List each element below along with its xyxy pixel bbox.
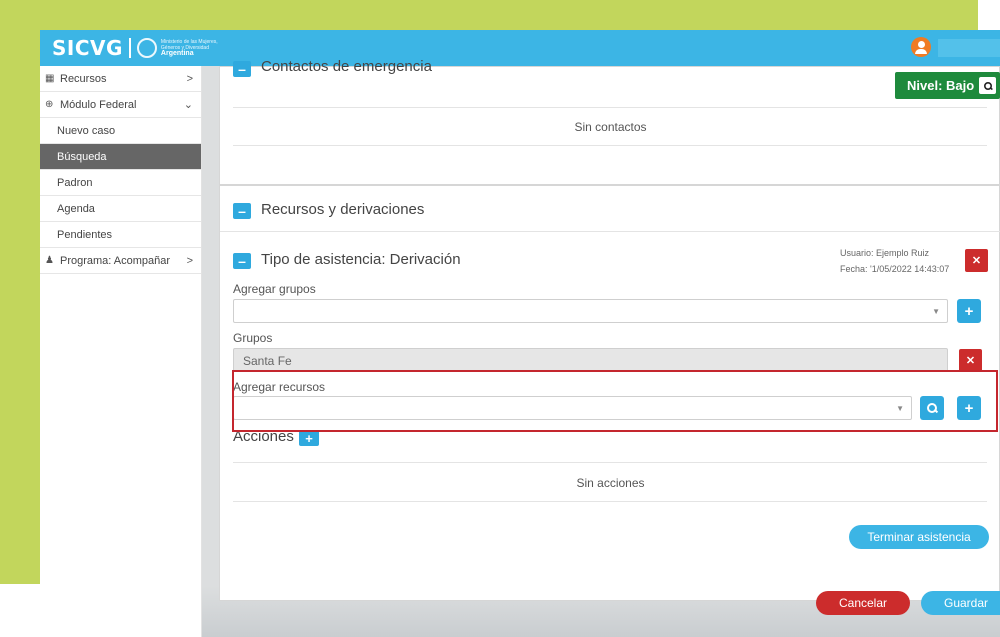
highlight-box [232, 370, 998, 432]
ministry-name: Ministerio de las Mujeres, Géneros y Div… [161, 39, 218, 57]
assistance-user: Usuario: Ejemplo Ruiz [840, 248, 930, 258]
sidebar-item-agenda[interactable]: Agenda [40, 196, 201, 222]
sidebar-item-label: Módulo Federal [60, 98, 137, 111]
chevron-right-icon: > [186, 254, 193, 267]
sidebar-item-label: Programa: Acompañar [60, 254, 171, 267]
add-groups-label: Agregar grupos [233, 282, 316, 296]
risk-level-badge[interactable]: Nivel: Bajo [895, 72, 1000, 99]
add-group-button[interactable]: + [957, 299, 981, 323]
logo-divider [128, 38, 131, 58]
groups-label: Grupos [233, 331, 273, 345]
finish-assistance-button[interactable]: Terminar asistencia [849, 525, 989, 549]
ministry-country: Argentina [160, 50, 194, 57]
remove-group-button[interactable]: ✕ [959, 349, 982, 372]
sidebar-item-nuevo-caso[interactable]: Nuevo caso [40, 118, 201, 144]
sidebar-item-label: Agenda [57, 202, 95, 215]
person-icon: ♟ [45, 255, 54, 266]
sidebar-item-programa-acompanar[interactable]: ♟ Programa: Acompañar > [40, 248, 201, 274]
app-window: SICVG Ministerio de las Mujeres, Géneros… [40, 30, 1000, 637]
sidebar-item-modulo-federal[interactable]: ⊕ Módulo Federal ⌄ [40, 92, 201, 118]
sidebar-item-recursos[interactable]: ▦ Recursos > [40, 66, 201, 92]
main-content: – Contactos de emergencia Sin contactos … [202, 58, 1000, 637]
contacts-empty-text: Sin contactos [574, 120, 647, 134]
contacts-title: Contactos de emergencia [261, 58, 432, 75]
emergency-contacts-card: – Contactos de emergencia Sin contactos [219, 58, 1000, 185]
collapse-contacts-button[interactable]: – [233, 61, 251, 77]
building-icon: ▦ [45, 73, 55, 84]
assistance-date: Fecha: '1/05/2022 14:43:07 [840, 264, 950, 274]
chevron-down-icon: ⌄ [183, 99, 193, 111]
delete-assistance-button[interactable]: ✕ [965, 249, 988, 272]
user-avatar-icon[interactable] [911, 37, 931, 57]
logo[interactable]: SICVG Ministerio de las Mujeres, Géneros… [52, 35, 218, 61]
collapse-assistance-button[interactable]: – [233, 253, 251, 269]
add-action-button[interactable]: + [299, 430, 319, 446]
logo-text: SICVG [52, 36, 123, 60]
globe-icon: ⊕ [45, 99, 54, 110]
assistance-title: Tipo de asistencia: Derivación [261, 251, 461, 268]
cancel-button[interactable]: Cancelar [816, 591, 910, 615]
group-value: Santa Fe [243, 354, 292, 368]
top-bar: SICVG Ministerio de las Mujeres, Géneros… [40, 30, 1000, 66]
caret-down-icon: ▼ [932, 307, 940, 316]
chevron-right-icon: > [186, 72, 193, 85]
sidebar-item-label: Recursos [60, 72, 107, 85]
add-groups-select[interactable]: ▼ [233, 299, 948, 323]
collapse-resources-button[interactable]: – [233, 203, 251, 219]
groups-field: Santa Fe [233, 348, 948, 372]
save-button[interactable]: Guardar [921, 591, 1000, 615]
sidebar-item-label: Pendientes [57, 228, 113, 241]
divider [233, 462, 987, 463]
divider [220, 231, 1000, 232]
sidebar-item-label: Nuevo caso [57, 124, 116, 137]
divider [233, 501, 987, 502]
search-icon [983, 81, 993, 91]
user-menu[interactable] [938, 39, 1000, 57]
sidebar-item-label: Búsqueda [57, 150, 107, 163]
risk-search-button[interactable] [979, 77, 996, 94]
divider [233, 145, 987, 146]
sidebar-item-busqueda[interactable]: Búsqueda [40, 144, 201, 170]
sidebar-item-label: Padron [57, 176, 93, 189]
risk-level-label: Nivel: Bajo [907, 78, 975, 93]
sidebar: ▦ Recursos > ⊕ Módulo Federal ⌄ Nuevo ca… [40, 66, 202, 637]
sidebar-item-padron[interactable]: Padron [40, 170, 201, 196]
actions-empty-text: Sin acciones [576, 476, 645, 490]
sidebar-item-pendientes[interactable]: Pendientes [40, 222, 201, 248]
emblem-icon [136, 38, 157, 58]
resources-title: Recursos y derivaciones [261, 201, 425, 218]
divider [233, 107, 987, 108]
